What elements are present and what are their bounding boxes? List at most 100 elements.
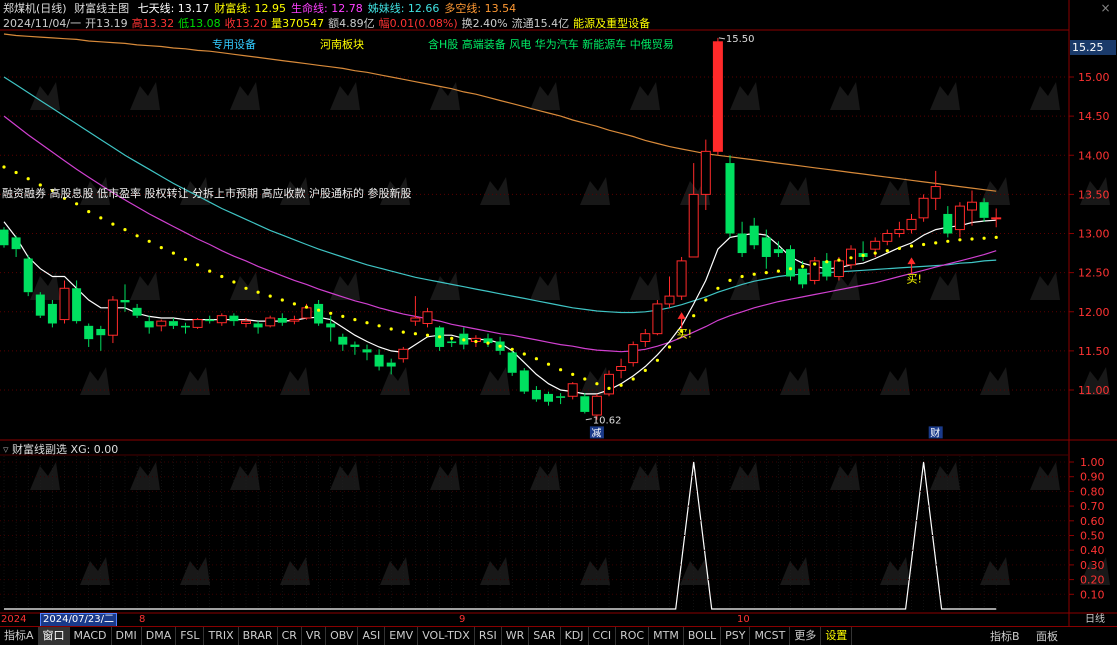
- price-extreme-label: 10.62: [593, 416, 622, 427]
- quote-field-4: 收13.20: [224, 17, 268, 30]
- candle: [786, 245, 795, 281]
- sub-y-tick-label: 1.00: [1080, 456, 1105, 469]
- tag-concepts: 含H股 高端装备 风电 华为汽车 新能源车 中俄贸易: [428, 38, 674, 51]
- wealth-dot: [510, 347, 514, 351]
- tab-19[interactable]: ROC: [616, 627, 650, 645]
- tab-23[interactable]: MCST: [750, 627, 791, 645]
- wealth-dot: [87, 210, 91, 214]
- wealth-dot: [159, 246, 163, 250]
- wealth-dot: [728, 278, 732, 282]
- tab-22[interactable]: PSY: [721, 627, 751, 645]
- tab-13[interactable]: VOL-TDX: [418, 627, 475, 645]
- candle: [507, 349, 517, 376]
- y-tick-label: 12.00: [1078, 306, 1110, 319]
- quote-field-10: 能源及重型设备: [573, 17, 651, 30]
- date-axis: 2024 2024/07/23/二 8 9 10 日线: [0, 613, 1117, 627]
- chart-header: 郑煤机(日线) 财富线主图 七天线: 13.17 财富线: 12.95 生命线: 1…: [3, 1, 516, 16]
- tab-0[interactable]: 指标A: [0, 627, 39, 645]
- wealth-dot: [801, 264, 805, 268]
- sub-y-tick-label: 0.50: [1080, 530, 1105, 543]
- sub-y-tick-label: 0.10: [1080, 588, 1105, 601]
- wealth-dot: [583, 377, 587, 381]
- tab-8[interactable]: CR: [278, 627, 302, 645]
- tab-25[interactable]: 设置: [821, 627, 853, 645]
- stock-name[interactable]: 郑煤机(日线): [3, 2, 67, 15]
- close-icon[interactable]: ×: [1098, 1, 1113, 15]
- price-extreme-label: 15.50: [726, 34, 755, 45]
- candle: [604, 370, 614, 397]
- quote-field-8: 换2.40%: [461, 17, 508, 30]
- indicator-value-2: 生命线: 12.78: [291, 2, 363, 15]
- tab-4[interactable]: DMA: [142, 627, 177, 645]
- chart-canvas[interactable]: 15.50 10.62 买! 买! 减 财 11.00 11.50 12.00 12.50 13.…: [0, 0, 1117, 626]
- tab-5[interactable]: FSL: [176, 627, 205, 645]
- candle: [628, 341, 639, 367]
- signal-badge-label: 减: [591, 427, 601, 439]
- wealth-dot: [595, 382, 599, 386]
- tab-18[interactable]: CCI: [589, 627, 617, 645]
- wealth-dot: [788, 267, 793, 271]
- wealth-dot: [26, 177, 30, 181]
- wealth-dot: [123, 228, 127, 232]
- tab-14[interactable]: RSI: [475, 627, 502, 645]
- sub-y-tick-label: 0.70: [1080, 500, 1105, 513]
- candle: [192, 318, 203, 329]
- wealth-dot: [861, 253, 865, 257]
- wealth-dot: [232, 280, 236, 284]
- tab-9[interactable]: VR: [302, 627, 327, 645]
- wealth-dot: [885, 249, 889, 253]
- tab-2[interactable]: MACD: [70, 627, 112, 645]
- tab-1[interactable]: 窗口: [38, 627, 70, 645]
- wealth-dot: [486, 341, 490, 345]
- wealth-dot: [438, 335, 442, 339]
- wealth-dot: [667, 345, 672, 349]
- tab-17[interactable]: KDJ: [561, 627, 589, 645]
- panel-button[interactable]: 面板: [1036, 628, 1058, 644]
- wealth-dot: [292, 302, 296, 306]
- tab-15[interactable]: WR: [502, 627, 530, 645]
- tab-10[interactable]: OBV: [326, 627, 359, 645]
- wealth-dot: [934, 241, 938, 245]
- signal-badge-label: 财: [930, 426, 940, 439]
- quote-field-7: 幅0.01(0.08%): [378, 17, 458, 30]
- wealth-dot: [559, 368, 563, 372]
- indicator-tabs-bar: 指标A 窗口 MACD DMI DMA FSL TRIX BRAR CR VR OBV ASI EMV V…: [0, 626, 1117, 645]
- quote-field-1: 开13.19: [85, 17, 128, 30]
- tab-3[interactable]: DMI: [112, 627, 142, 645]
- wealth-dot: [111, 222, 115, 226]
- wealth-dot: [922, 242, 926, 247]
- sub-chart-collapse-icon[interactable]: ▿: [3, 443, 9, 456]
- indicator-value-0: 七天线: 13.17: [137, 2, 210, 15]
- candle-spike-fill: [713, 41, 723, 152]
- wealth-dot: [183, 257, 188, 261]
- sub-y-tick-label: 0.90: [1080, 471, 1105, 484]
- tab-21[interactable]: BOLL: [684, 627, 722, 645]
- wealth-dot: [280, 298, 284, 302]
- y-tick-label: 11.50: [1078, 345, 1110, 358]
- buy-signal-label: 买!: [907, 273, 922, 286]
- indicator-b-button[interactable]: 指标B: [990, 628, 1020, 644]
- tab-11[interactable]: ASI: [358, 627, 386, 645]
- tab-16[interactable]: SAR: [529, 627, 561, 645]
- candle: [47, 300, 57, 328]
- tab-6[interactable]: TRIX: [204, 627, 239, 645]
- tab-20[interactable]: MTM: [649, 627, 684, 645]
- wealth-dot: [522, 352, 526, 356]
- candle: [0, 227, 9, 248]
- indicator-title[interactable]: 财富线主图: [74, 2, 129, 15]
- tab-12[interactable]: EMV: [385, 627, 419, 645]
- tab-7[interactable]: BRAR: [239, 627, 278, 645]
- date-month-9: 9: [459, 614, 466, 625]
- wealth-dot: [196, 263, 200, 267]
- date-cursor-box: 2024/07/23/二: [40, 613, 118, 627]
- wealth-dot: [208, 269, 212, 273]
- wealth-dot: [619, 383, 623, 387]
- wealth-dot: [764, 271, 768, 275]
- wealth-dot: [317, 308, 321, 312]
- period-label[interactable]: 日线: [1085, 613, 1105, 626]
- tab-24[interactable]: 更多: [790, 627, 822, 645]
- wealth-dot: [607, 386, 611, 390]
- wealth-dot: [75, 202, 79, 206]
- quote-info-row: 2024/11/04/一 开13.19 高13.32 低13.08 收13.20 量370…: [3, 16, 654, 31]
- wealth-dot: [99, 216, 103, 220]
